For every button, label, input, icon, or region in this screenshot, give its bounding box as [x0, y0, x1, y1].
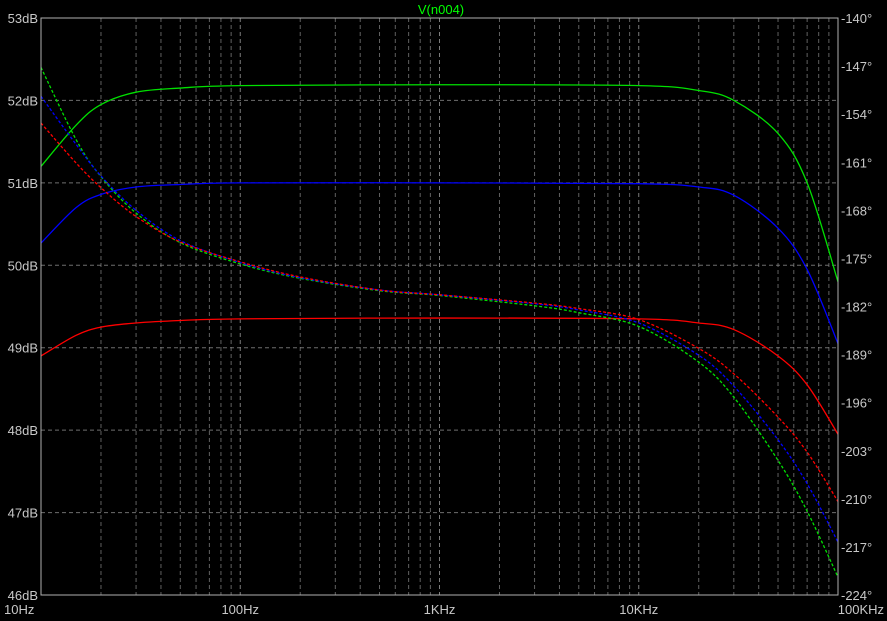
y-right-tick-label: -175° [841, 251, 872, 266]
y-right-tick-label: -189° [841, 348, 872, 363]
y-right-tick-label: -140° [841, 11, 872, 26]
trace-title[interactable]: V(n004) [418, 2, 464, 17]
y-left-tick-label: 51dB [8, 176, 38, 191]
y-left-tick-label: 46dB [8, 588, 38, 603]
x-tick-label: 10KHz [619, 602, 658, 617]
x-tick-label: 100KHz [838, 602, 884, 617]
y-left-tick-label: 48dB [8, 423, 38, 438]
y-right-tick-label: -182° [841, 300, 872, 315]
x-tick-label: 1KHz [424, 602, 456, 617]
y-right-tick-label: -217° [841, 540, 872, 555]
y-right-tick-label: -203° [841, 444, 872, 459]
y-left-tick-label: 47dB [8, 506, 38, 521]
y-right-tick-label: -168° [841, 203, 872, 218]
bode-plot: V(n004) 53dB 52dB 51dB 50dB 49dB 48dB 47dB 46dB… [0, 0, 887, 621]
x-tick-label: 10Hz [4, 602, 34, 617]
y-left-tick-label: 50dB [8, 258, 38, 273]
y-left-tick-label: 52dB [8, 93, 38, 108]
y-right-tick-label: -210° [841, 492, 872, 507]
y-left-tick-label: 49dB [8, 341, 38, 356]
x-tick-label: 100Hz [221, 602, 259, 617]
y-right-tick-label: -196° [841, 396, 872, 411]
y-left-tick-label: 53dB [8, 11, 38, 26]
y-right-tick-label: -154° [841, 107, 872, 122]
y-right-tick-label: -161° [841, 155, 872, 170]
y-right-tick-label: -147° [841, 59, 872, 74]
y-right-tick-label: -224° [841, 588, 872, 603]
